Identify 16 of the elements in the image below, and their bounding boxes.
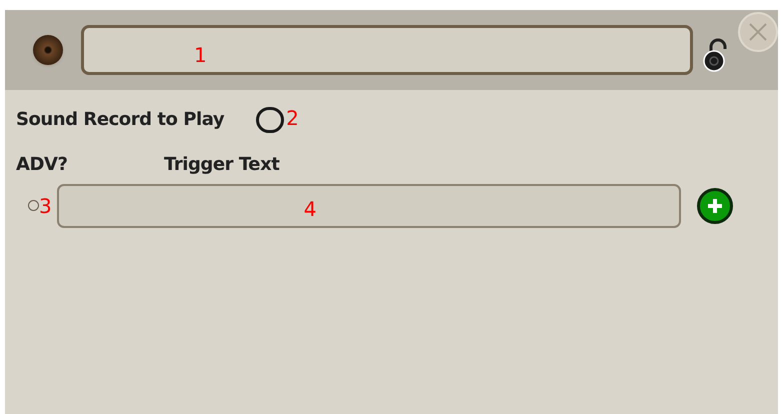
knob-icon[interactable] [33, 35, 63, 65]
annotation-number: 4 [304, 196, 316, 223]
column-header: Trigger Text [164, 153, 280, 177]
annotation-number: 2 [286, 104, 299, 132]
plus-icon [706, 197, 724, 215]
radio-button[interactable] [28, 200, 39, 210]
trigger-text-field[interactable]: 4 [56, 184, 681, 228]
radio-button[interactable] [256, 106, 284, 132]
field-label: Sound Record to Play [16, 108, 224, 132]
close-icon [747, 21, 769, 43]
add-button[interactable] [696, 188, 733, 224]
annotation-number: 3 [39, 193, 52, 220]
annotation-number: 1 [194, 42, 207, 69]
name-field[interactable]: 1 [81, 25, 693, 75]
padlock-icon[interactable] [703, 37, 729, 73]
column-header: ADV? [16, 153, 68, 177]
